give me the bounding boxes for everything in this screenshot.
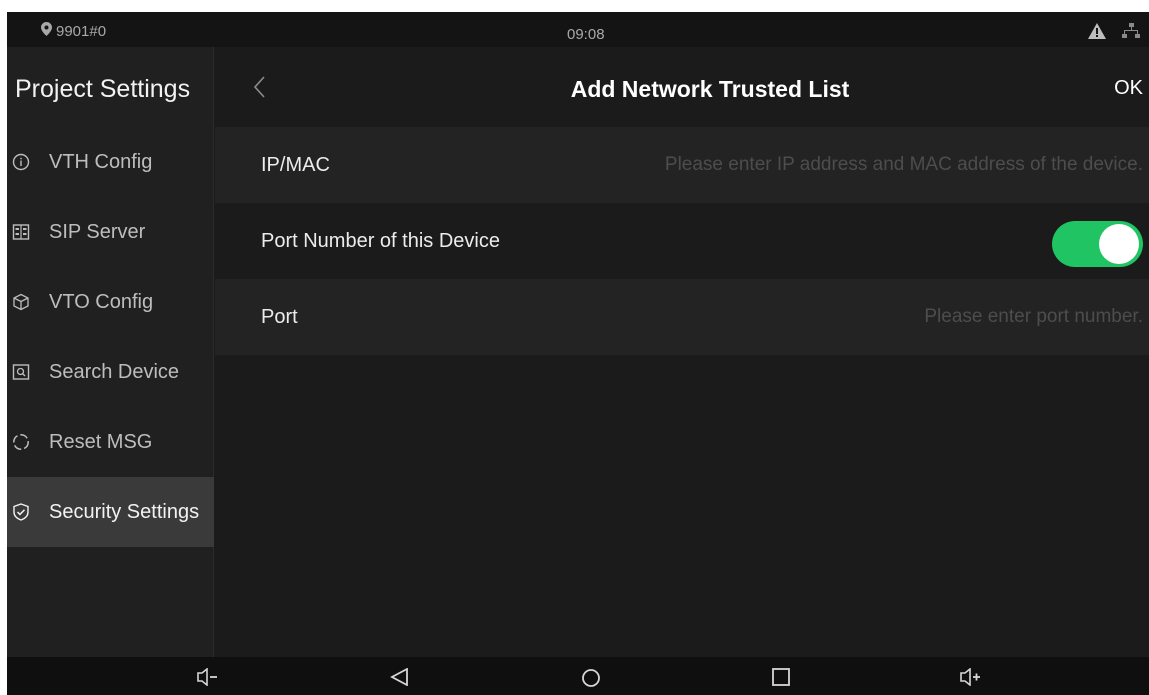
port-number-toggle-row: Port Number of this Device (215, 203, 1149, 279)
sidebar-title: Project Settings (15, 75, 191, 103)
toggle-knob (1099, 224, 1139, 264)
page-header: Add Network Trusted List OK (215, 47, 1149, 127)
status-bar: 9901#0 09:08 (7, 12, 1149, 47)
port-label: Port (261, 305, 298, 328)
server-icon (12, 223, 30, 241)
shield-check-icon (12, 503, 30, 521)
reset-icon (12, 433, 30, 451)
sidebar-item-label: VTO Config (49, 290, 154, 313)
home-icon[interactable] (581, 668, 601, 693)
network-icon (1122, 23, 1140, 43)
port-number-label: Port Number of this Device (261, 229, 500, 252)
sidebar-item-vto-config[interactable]: VTO Config (7, 267, 214, 337)
search-device-icon (12, 363, 30, 381)
sidebar-item-reset-msg[interactable]: Reset MSG (7, 407, 214, 477)
navigation-bar (7, 657, 1149, 695)
port-field-row[interactable]: Port Please enter port number. (215, 279, 1149, 355)
port-number-toggle[interactable] (1052, 221, 1143, 267)
ip-mac-label: IP/MAC (261, 153, 330, 176)
location-pin-icon (41, 22, 52, 40)
recents-icon[interactable] (772, 668, 790, 691)
location-indicator: 9901#0 (41, 22, 106, 40)
port-input[interactable]: Please enter port number. (924, 306, 1143, 328)
status-clock: 09:08 (567, 26, 605, 43)
sidebar-item-search-device[interactable]: Search Device (7, 337, 214, 407)
sidebar: Project Settings VTH Config SIP Server V… (7, 47, 214, 657)
page-title: Add Network Trusted List (570, 76, 850, 102)
back-icon[interactable] (390, 667, 410, 691)
sidebar-item-label: SIP Server (49, 220, 146, 243)
sidebar-item-label: Security Settings (49, 500, 200, 523)
volume-up-icon[interactable] (960, 667, 982, 691)
sidebar-item-label: VTH Config (49, 150, 153, 173)
ip-mac-field-row[interactable]: IP/MAC Please enter IP address and MAC a… (215, 127, 1149, 203)
ip-mac-input[interactable]: Please enter IP address and MAC address … (665, 154, 1143, 176)
location-text: 9901#0 (56, 22, 107, 40)
sidebar-item-security-settings[interactable]: Security Settings (7, 477, 214, 547)
cube-icon (12, 293, 30, 311)
warning-icon (1088, 23, 1106, 43)
main-panel: Add Network Trusted List OK IP/MAC Pleas… (215, 47, 1149, 657)
sidebar-item-label: Search Device (49, 360, 180, 383)
ok-button[interactable]: OK (1114, 77, 1143, 100)
sidebar-item-sip-server[interactable]: SIP Server (7, 197, 214, 267)
sidebar-item-label: Reset MSG (49, 430, 153, 453)
device-screen: 9901#0 09:08 Project Settings VTH Config… (7, 12, 1149, 695)
info-icon (12, 153, 30, 171)
sidebar-item-vth-config[interactable]: VTH Config (7, 127, 214, 197)
volume-down-icon[interactable] (197, 667, 219, 691)
